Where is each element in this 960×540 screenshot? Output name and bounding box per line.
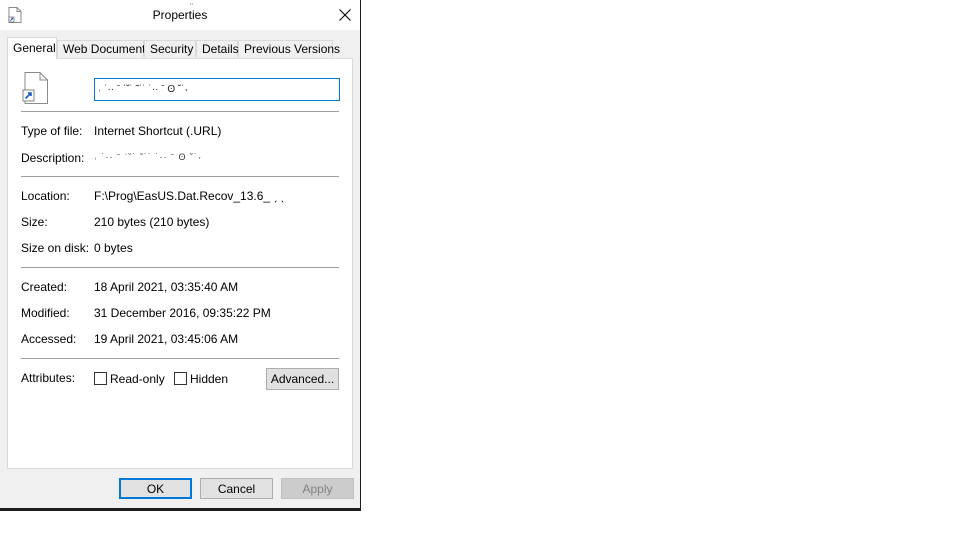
location-value: F:\Prog\EasUS.Dat.Recov_13.6_ ˏ ˎ [94,189,285,203]
size-value: 210 bytes (210 bytes) [94,215,210,229]
accessed-value: 19 April 2021, 03:45:06 AM [94,332,239,346]
description-label: Description: [21,151,85,165]
description-value: ˓ ˙·· ˉ ˈ˘˙ ˜˙˙ ˙·· ˉ ʘ ˘˙˕ [94,152,202,162]
window-title: Properties [152,8,208,22]
close-icon [339,9,351,21]
created-label: Created: [21,280,68,294]
separator [21,358,339,359]
separator [21,111,339,112]
accessed-label: Accessed: [21,332,77,346]
apply-button[interactable]: Apply [281,478,354,499]
readonly-label[interactable]: Read-only [110,372,165,386]
size-on-disk-label: Size on disk: [21,241,90,255]
modified-label: Modified: [21,306,70,320]
tab-previous-versions[interactable]: Previous Versions [238,40,340,57]
advanced-button[interactable]: Advanced... [266,368,339,390]
properties-dialog: ¨ Properties General Web Document Securi… [0,0,361,511]
cancel-button[interactable]: Cancel [200,478,273,499]
file-shortcut-icon [22,72,50,104]
close-button[interactable] [330,0,360,30]
attributes-label: Attributes: [21,371,76,385]
title-bar: ¨ Properties [0,0,360,30]
size-label: Size: [21,215,48,229]
general-panel: ˓ ˙·· ˉ ˈ˘˙ ˜˙˙ ˙·· ˉ ʘ ˘˙˕ Type of file… [7,58,353,469]
ok-button[interactable]: OK [119,478,192,499]
modified-value: 31 December 2016, 09:35:22 PM [94,306,271,320]
tab-security[interactable]: Security [144,40,196,57]
hidden-label[interactable]: Hidden [190,372,228,386]
location-label: Location: [21,189,70,203]
separator [21,267,339,268]
tab-web-document[interactable]: Web Document [57,40,145,57]
readonly-checkbox[interactable] [94,372,107,385]
type-of-file-label: Type of file: [21,124,83,138]
tab-details[interactable]: Details [196,40,239,57]
tab-general[interactable]: General [7,37,57,59]
size-on-disk-value: 0 bytes [94,241,133,255]
file-name-input[interactable]: ˓ ˙·· ˉ ˈ˘˙ ˜˙˙ ˙·· ˉ ʘ ˘˙˕ [94,78,340,101]
type-of-file-value: Internet Shortcut (.URL) [94,124,222,138]
separator [21,176,339,177]
created-value: 18 April 2021, 03:35:40 AM [94,280,239,294]
hidden-checkbox[interactable] [174,372,187,385]
